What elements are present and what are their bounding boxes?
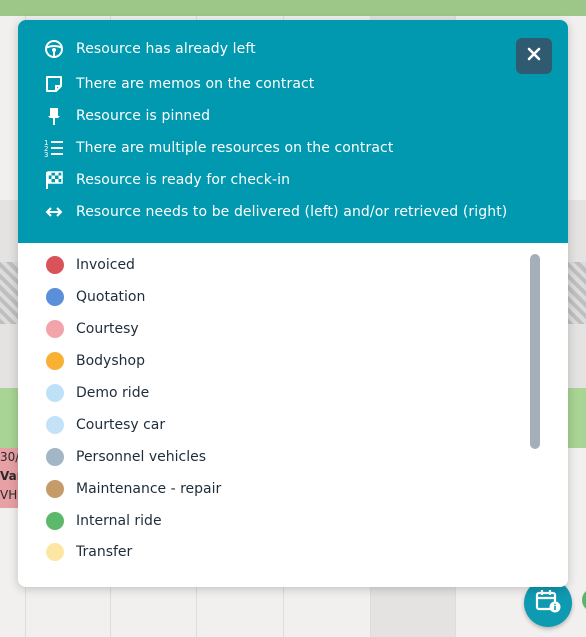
legend-icon-label: Resource needs to be delivered (left) an… — [76, 204, 508, 220]
close-icon — [526, 46, 542, 66]
legend-color-row: Bodyshop — [46, 349, 145, 373]
color-dot — [46, 288, 64, 306]
legend-color-label: Invoiced — [76, 257, 135, 273]
planner-top-bar — [0, 0, 586, 16]
color-dot — [46, 543, 64, 561]
legend-icon-label: Resource is ready for check-in — [76, 172, 291, 188]
color-dot — [46, 512, 64, 530]
color-dot — [46, 320, 64, 338]
pin-icon — [44, 106, 64, 126]
legend-color-label: Quotation — [76, 289, 146, 305]
legend-color-row: Invoiced — [46, 253, 135, 277]
legend-icon-row: Resource needs to be delivered (left) an… — [44, 200, 507, 224]
legend-icons-section: Resource has already left There are memo… — [18, 20, 568, 243]
svg-text:3: 3 — [44, 151, 48, 158]
legend-colors-list[interactable]: Invoiced Quotation Courtesy Bodyshop Dem… — [18, 243, 568, 587]
legend-icon-row: Resource is pinned — [44, 104, 210, 128]
numbered-list-icon: 1 2 3 — [44, 138, 64, 158]
close-button[interactable] — [516, 38, 552, 74]
legend-color-row: Personnel vehicles — [46, 445, 206, 469]
booking-line: VH — [0, 488, 18, 502]
legend-color-row: Quotation — [46, 285, 145, 309]
legend-color-row: Courtesy car — [46, 413, 165, 437]
booking-line: Var — [0, 469, 20, 483]
left-right-arrow-icon — [44, 202, 64, 222]
legend-color-row: Internal ride — [46, 509, 162, 533]
color-dot — [46, 384, 64, 402]
legend-color-label: Courtesy — [76, 321, 139, 337]
legend-color-label: Internal ride — [76, 513, 162, 529]
steering-wheel-icon — [44, 39, 64, 59]
secondary-action-button[interactable] — [582, 588, 586, 612]
legend-color-row: Transfer — [46, 540, 132, 564]
color-dot — [46, 480, 64, 498]
memo-icon — [44, 74, 64, 94]
calendar-info-icon — [535, 588, 561, 618]
legend-icon-row: There are memos on the contract — [44, 72, 314, 96]
legend-color-label: Bodyshop — [76, 353, 145, 369]
legend-icon-label: Resource is pinned — [76, 108, 211, 124]
legend-color-label: Maintenance - repair — [76, 481, 222, 497]
legend-icon-label: Resource has already left — [76, 41, 256, 57]
legend-color-row: Courtesy — [46, 317, 139, 341]
planner-booking-block[interactable]: 30/0 Var VH — [0, 448, 20, 508]
planner-unavailable-hatch — [0, 262, 18, 324]
color-dot — [46, 352, 64, 370]
legend-scrollbar[interactable] — [530, 254, 540, 449]
legend-color-label: Transfer — [76, 544, 133, 560]
checkered-flag-icon — [44, 170, 64, 190]
legend-color-row: Demo ride — [46, 381, 149, 405]
legend-icon-label: There are multiple resources on the cont… — [76, 140, 394, 156]
legend-color-label: Demo ride — [76, 385, 150, 401]
legend-icon-row: 1 2 3 There are multiple resources on th… — [44, 136, 393, 160]
legend-icon-row: Resource is ready for check-in — [44, 168, 290, 192]
color-dot — [46, 448, 64, 466]
legend-color-row: Maintenance - repair — [46, 477, 221, 501]
legend-icon-label: There are memos on the contract — [76, 76, 315, 92]
color-dot — [46, 416, 64, 434]
booking-line: 30/0 — [0, 450, 20, 464]
planner-unavailable-hatch — [568, 262, 586, 324]
legend-popover: Resource has already left There are memo… — [18, 20, 568, 587]
legend-icon-row: Resource has already left — [44, 37, 256, 61]
color-dot — [46, 256, 64, 274]
legend-color-label: Personnel vehicles — [76, 449, 207, 465]
legend-color-label: Courtesy car — [76, 417, 166, 433]
